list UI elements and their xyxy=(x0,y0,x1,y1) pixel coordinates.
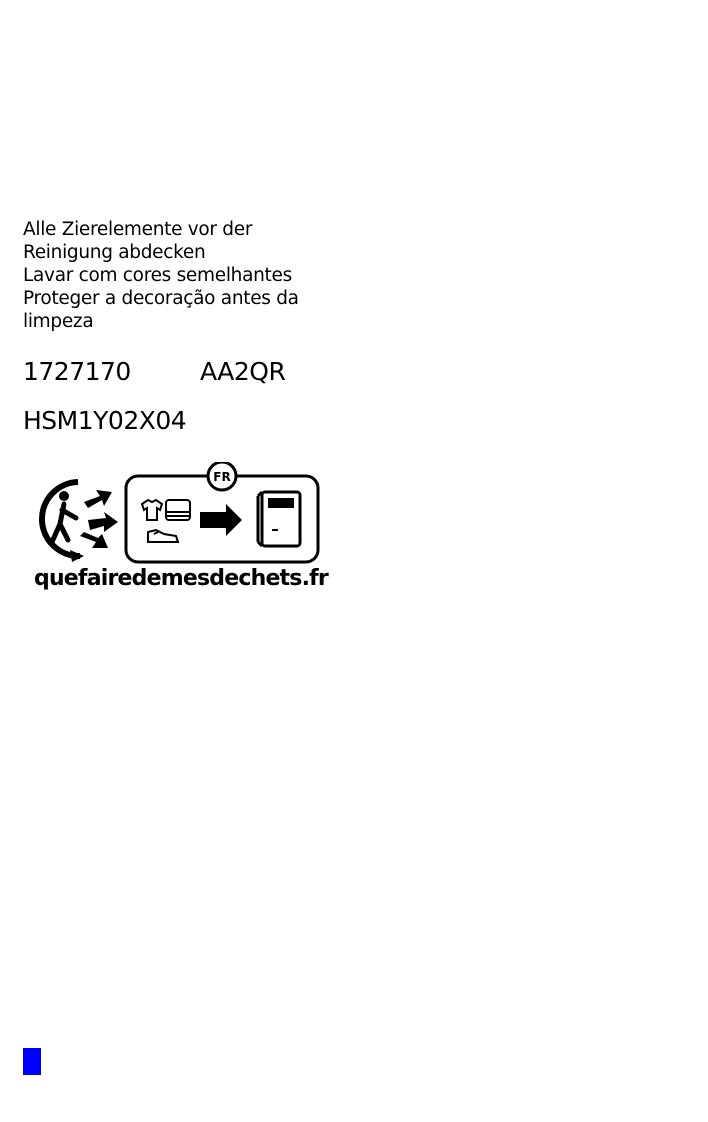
color-marker xyxy=(23,1048,41,1075)
care-line: Alle Zierelemente vor der xyxy=(23,219,253,240)
country-badge-label: FR xyxy=(213,470,230,484)
recycling-website: quefairedemesdechets.fr xyxy=(34,566,329,591)
variant-code: AA2QR xyxy=(200,357,286,386)
arrow-right-icon xyxy=(200,504,242,536)
care-line: Reinigung abdecken xyxy=(23,242,206,263)
folded-linen-icon xyxy=(165,499,191,521)
care-instructions: Alle Zierelemente vor der Reinigung abde… xyxy=(23,218,343,333)
article-number: 1727170 xyxy=(23,357,131,386)
triman-icon xyxy=(39,479,118,562)
tshirt-icon xyxy=(140,498,164,521)
care-line: Proteger a decoração antes da xyxy=(23,288,299,309)
recycling-logo-graphic: FR xyxy=(39,462,320,564)
care-line: limpeza xyxy=(23,311,94,332)
shoe-icon xyxy=(147,528,180,543)
care-line: Lavar com cores semelhantes xyxy=(23,265,292,286)
collection-bin-icon xyxy=(256,490,302,548)
model-code: HSM1Y02X04 xyxy=(23,406,187,435)
recycling-logo: FR quefairedemesdechets.fr xyxy=(30,462,329,602)
